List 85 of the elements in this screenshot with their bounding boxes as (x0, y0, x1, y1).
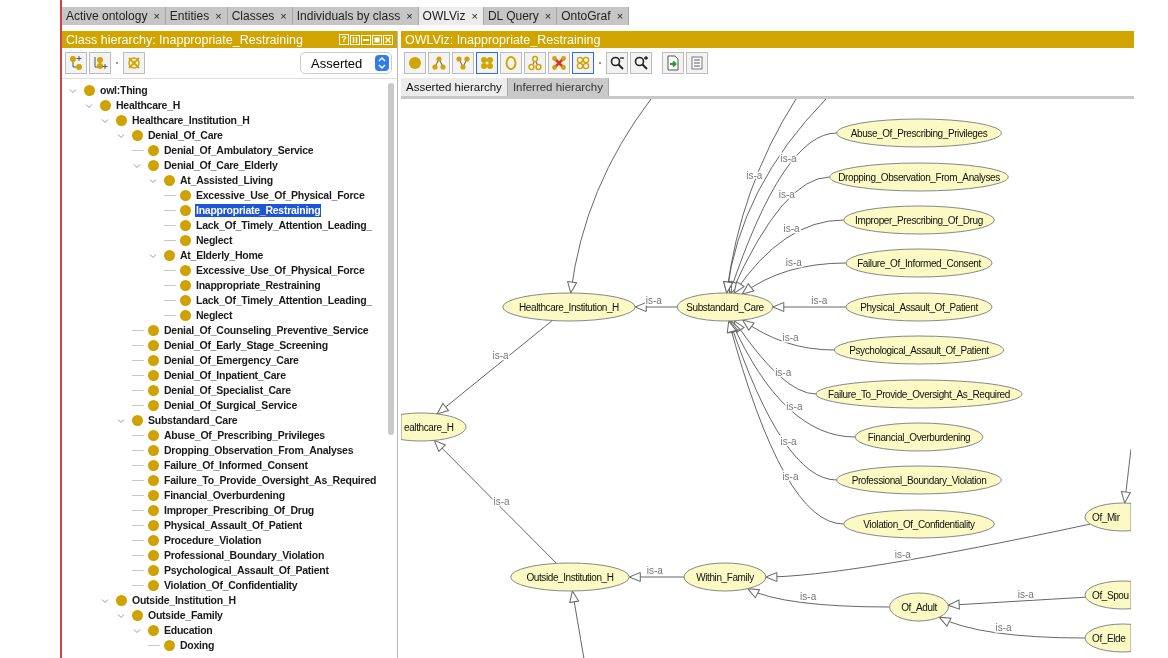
class-label[interactable]: Denial_Of_Early_Stage_Screening (163, 339, 329, 352)
class-node[interactable]: ealthcare_H (401, 412, 467, 442)
class-label[interactable]: Inappropriate_Restraining (195, 204, 322, 217)
edge-label: is-a (778, 188, 795, 200)
class-label[interactable]: Denial_Of_Care_Elderly (163, 159, 279, 172)
class-label[interactable]: Excessive_Use_Of_Physical_Force (195, 264, 366, 277)
tab[interactable]: OWLViz × (418, 7, 484, 25)
tab-close-button[interactable]: × (544, 10, 552, 22)
class-label[interactable]: Neglect (195, 309, 234, 322)
edge-label: is-a (492, 350, 509, 362)
class-label[interactable]: At_Elderly_Home (179, 249, 265, 262)
class-node[interactable]: Failure_To_Provide_Oversight_As_Required (815, 379, 1023, 409)
tab-close-button[interactable]: × (215, 10, 222, 22)
class-label[interactable]: owl:Thing (99, 84, 149, 97)
edge-label: is-a (782, 331, 799, 343)
class-node[interactable]: Of_Elde (1084, 623, 1131, 653)
class-label[interactable]: Professional_Boundary_Violation (163, 549, 326, 562)
view-tab[interactable]: Inferred hierarchy (507, 78, 609, 96)
class-node[interactable]: Failure_Of_Informed_Consent (845, 248, 993, 278)
class-label[interactable]: Financial_Overburdening (163, 489, 286, 502)
edge-label: is-a (995, 621, 1012, 633)
class-label[interactable]: Lack_Of_Timely_Attention_Leading_ (195, 294, 373, 307)
class-label[interactable]: Physical_Assault_Of_Patient (163, 519, 303, 532)
edge-label: is-a (493, 496, 510, 508)
hierarchy-mode-select[interactable]: Asserted (300, 52, 392, 74)
class-label[interactable]: Denial_Of_Ambulatory_Service (163, 144, 315, 157)
edge-label: is-a (775, 367, 792, 379)
class-node[interactable]: Professional_Boundary_Violation (836, 465, 1002, 495)
class-node[interactable]: Substandard_Care (676, 292, 774, 322)
tab-close-button[interactable]: × (153, 10, 160, 22)
edge-label: is-a (645, 295, 662, 306)
edge-label: is-a (1017, 588, 1034, 600)
class-label[interactable]: Denial_Of_Counseling_Preventive_Service (163, 324, 370, 337)
class-label[interactable]: Excessive_Use_Of_Physical_Force (195, 189, 366, 202)
edge-label: is-a (894, 549, 911, 560)
edge-label: is-a (785, 257, 802, 269)
class-node[interactable]: Financial_Overburdening (854, 422, 984, 452)
view-tab[interactable]: Asserted hierarchy (401, 78, 508, 96)
class-label[interactable]: Psychological_Assault_Of_Patient (163, 564, 330, 577)
class-label[interactable]: Denial_Of_Emergency_Care (163, 354, 300, 367)
class-label[interactable]: Outside_Institution_H (131, 594, 237, 607)
class-label[interactable]: Lack_Of_Timely_Attention_Leading_ (195, 219, 373, 232)
class-label[interactable]: Dropping_Observation_From_Analyses (163, 444, 355, 457)
edge-label: is-a (783, 222, 800, 234)
edge-label: is-a (646, 565, 663, 576)
class-label[interactable]: Education (163, 624, 214, 637)
class-node[interactable]: Within_Family (683, 562, 767, 592)
class-label[interactable]: Neglect (195, 234, 234, 247)
class-node[interactable]: Of_Adult (889, 592, 949, 622)
class-label[interactable]: Abuse_Of_Prescribing_Privileges (163, 429, 326, 442)
class-node[interactable]: Healthcare_Institution_H (502, 292, 636, 322)
class-label[interactable]: Failure_To_Provide_Oversight_As_Required (163, 474, 378, 487)
class-node[interactable]: Of_Spou (1084, 580, 1131, 610)
class-label[interactable]: Procedure_Violation (163, 534, 263, 547)
class-node[interactable]: Psychological_Assault_Of_Patient (833, 335, 1005, 365)
panel-title: Class hierarchy: Inappropriate_Restraining (66, 32, 303, 47)
panel-title: OWLViz: Inappropriate_Restraining (405, 32, 601, 47)
class-label[interactable]: Healthcare_Institution_H (131, 114, 251, 127)
tab-close-button[interactable]: × (616, 10, 624, 22)
class-label[interactable]: Substandard_Care (147, 414, 239, 427)
class-label[interactable]: Denial_Of_Surgical_Service (163, 399, 298, 412)
class-node[interactable]: Of_Mir (1084, 502, 1131, 532)
class-label[interactable]: Denial_Of_Specialist_Care (163, 384, 292, 397)
class-label[interactable]: Denial_Of_Inpatient_Care (163, 369, 287, 382)
class-label[interactable]: Failure_Of_Informed_Consent (163, 459, 309, 472)
class-node[interactable]: Dropping_Observation_From_Analyses (829, 162, 1009, 192)
class-label[interactable]: Violation_Of_Confidentiality (163, 579, 299, 592)
class-label[interactable]: Healthcare_H (115, 99, 182, 112)
edge-label: is-a (786, 401, 803, 413)
class-node[interactable]: Improper_Prescribing_Of_Drug (843, 205, 995, 235)
class-label[interactable]: Improper_Prescribing_Of_Drug (163, 504, 315, 517)
class-label[interactable]: Doxing (179, 639, 216, 652)
class-node[interactable]: Abuse_Of_Prescribing_Privileges (836, 118, 1002, 148)
tab-close-button[interactable]: × (280, 10, 287, 22)
class-label[interactable]: At_Assisted_Living (179, 174, 274, 187)
class-label[interactable]: Inappropriate_Restraining (195, 279, 322, 292)
class-node[interactable]: Outside_Institution_H (510, 562, 630, 592)
tab-close-button[interactable]: × (406, 10, 413, 22)
edge-label: is-a (800, 591, 817, 603)
class-node[interactable]: Physical_Assault_Of_Patient (845, 292, 993, 322)
edge-label: is-a (811, 295, 828, 306)
class-label[interactable]: Outside_Family (147, 609, 224, 622)
class-label[interactable]: Denial_Of_Care (147, 129, 224, 142)
tab-close-button[interactable]: × (471, 10, 478, 22)
class-node[interactable]: Violation_Of_Confidentiality (843, 509, 995, 539)
